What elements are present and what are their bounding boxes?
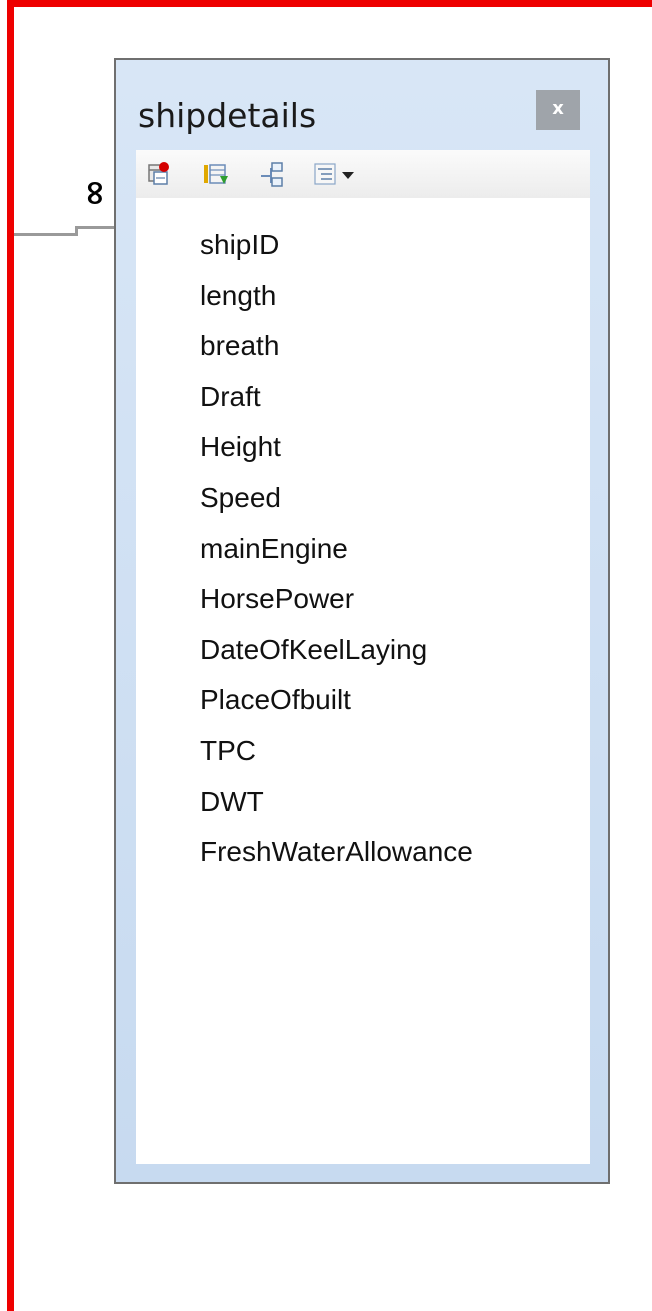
field-row[interactable]: mainEngine: [200, 524, 473, 575]
field-row[interactable]: HorsePower: [200, 574, 473, 625]
field-row[interactable]: Speed: [200, 473, 473, 524]
selection-border-left: [7, 0, 14, 1311]
columns-icon[interactable]: [202, 160, 230, 188]
field-row[interactable]: shipID: [200, 220, 473, 271]
field-row[interactable]: FreshWaterAllowance: [200, 827, 473, 878]
field-row[interactable]: DWT: [200, 777, 473, 828]
relationship-line[interactable]: [14, 233, 78, 236]
close-button[interactable]: x: [536, 90, 580, 130]
field-row[interactable]: TPC: [200, 726, 473, 777]
add-table-icon[interactable]: [146, 160, 174, 188]
field-row[interactable]: DateOfKeelLaying: [200, 625, 473, 676]
table-toolbar: [136, 150, 590, 198]
selection-border-top: [7, 0, 652, 7]
field-row[interactable]: breath: [200, 321, 473, 372]
many-cardinality-symbol: ∞: [74, 178, 114, 208]
table-title: shipdetails: [138, 96, 317, 135]
field-row[interactable]: length: [200, 271, 473, 322]
field-row[interactable]: Height: [200, 422, 473, 473]
field-row[interactable]: PlaceOfbuilt: [200, 675, 473, 726]
view-options-icon[interactable]: [312, 160, 360, 188]
relationships-icon[interactable]: [258, 160, 286, 188]
field-list: shipID length breath Draft Height Speed mainEn…: [200, 220, 473, 878]
field-row[interactable]: Draft: [200, 372, 473, 423]
relationship-line-end[interactable]: [76, 226, 116, 229]
table-window[interactable]: shipdetails x shipID length breath Draft…: [114, 58, 610, 1184]
field-list-panel: shipID length breath Draft Height Speed mainEn…: [136, 150, 590, 1164]
